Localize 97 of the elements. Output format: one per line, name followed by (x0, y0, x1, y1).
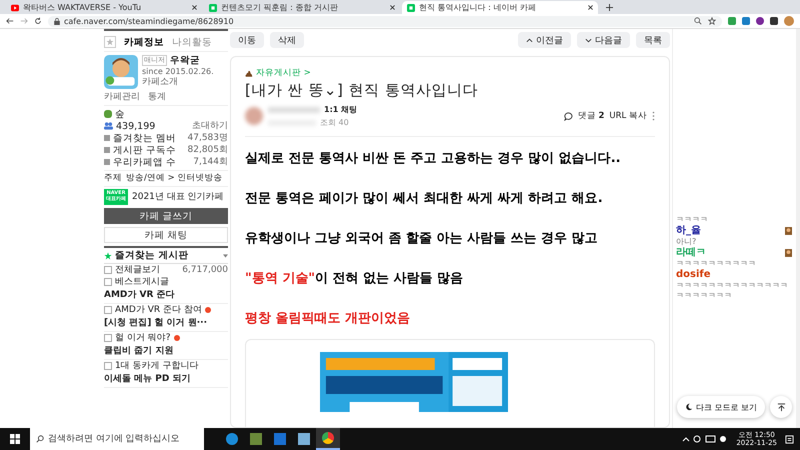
reload-icon[interactable] (34, 17, 42, 25)
write-button[interactable]: 카페 글쓰기 (104, 208, 228, 224)
comments-link[interactable]: 댓글 2 (578, 110, 604, 122)
cafe-intro-link[interactable]: 카페소개 (142, 77, 214, 88)
award-text: 2021년 대표 인기카페 (132, 192, 224, 202)
board-link[interactable]: AMD가 VR 준다 참여 (115, 304, 202, 316)
post-action-button[interactable]: 이동 (230, 32, 264, 48)
post-paragraph: "통역 기술"이 전혀 없는 사람들 많음 (245, 271, 464, 287)
board-link[interactable]: 전체글보기 (115, 264, 160, 276)
browser-tab[interactable]: 왁타버스 WAKTAVERSE - YouTu (6, 1, 202, 14)
post-count: 6,717,000 (182, 264, 228, 276)
chat-message: ㅋㅋㅋㅋ (676, 215, 709, 225)
cafe-icon (407, 4, 415, 12)
caret-icon[interactable] (223, 254, 228, 258)
stat-label: 우리카페앱 수 (113, 156, 176, 168)
post-paragraph: 실제로 전문 통역사 비싼 돈 주고 고용하는 경우 많이 없습니다.. (245, 151, 622, 167)
board-icon (104, 306, 112, 314)
moon-icon (685, 403, 693, 411)
chevron-up-icon (526, 38, 533, 42)
chat-username: 라떼ㅋ (676, 247, 706, 259)
chat-message: ㅋㅋㅋㅋㅋㅋㅋㅋㅋㅋㅋㅋㅋㅋ (676, 281, 789, 291)
close-icon[interactable] (390, 5, 395, 10)
cafe-level: 숲 (115, 108, 125, 120)
copy-url-link[interactable]: URL 복사 (609, 110, 647, 122)
more-icon[interactable] (652, 111, 655, 121)
chat-username: 하_율 (676, 225, 701, 237)
star-icon (104, 252, 112, 260)
favorites-title: 즐겨찾는 게시판 (115, 250, 188, 261)
next-post-button[interactable]: 다음글 (577, 32, 630, 48)
address-bar[interactable]: cafe.naver.com/steamindiegame/8628910 (48, 16, 722, 26)
chevron-down-icon (585, 38, 592, 42)
board-group-title: 클립비 줍기 지원 (104, 344, 228, 360)
play-icon (11, 4, 19, 12)
stat-label: 게시판 구독수 (113, 144, 176, 156)
lock-icon (54, 18, 60, 24)
invite-link[interactable]: 초대하기 (192, 120, 228, 132)
stat-value: 7,144회 (193, 156, 228, 168)
blurred-avatar (245, 107, 263, 125)
member-count: 439,199 (116, 120, 156, 132)
back-icon[interactable] (6, 17, 14, 25)
chat-message: ㅋㅋㅋㅋㅋㅋㅋ (676, 291, 733, 301)
tree-icon (104, 110, 112, 118)
manager-name[interactable]: 우왁굳 (170, 55, 200, 66)
dark-mode-button[interactable]: 다크 모드로 보기 (677, 396, 766, 418)
chat-message: 아니? (676, 237, 698, 247)
board-icon (104, 362, 112, 370)
taskbar-search-box[interactable]: 검색하려면 여기에 입력하십시오 (30, 428, 204, 450)
previous-post-button[interactable]: 이전글 (518, 32, 571, 48)
star-icon[interactable] (708, 17, 716, 25)
post-paragraph: 전문 통역은 페이가 많이 쎄서 최대한 싸게 싸게 하려고 해요. (245, 191, 604, 207)
zoom-icon[interactable] (694, 17, 702, 25)
view-count: 조회 40 (320, 117, 349, 128)
sidebar-link[interactable]: 카페관리 (104, 92, 140, 103)
arrow-up-icon (776, 402, 786, 412)
browser-tab[interactable]: 현직 통역사입니다 : 네이버 카페 (402, 1, 598, 14)
post-paragraph: 평창 올림픽때도 개판이었음 (245, 311, 412, 327)
post-title: [내가 싼 똥⌄] 현직 통역사입니다 (245, 81, 479, 100)
list-button[interactable]: 목록 (636, 32, 670, 48)
board-link[interactable]: 1대 동카게 구합니다 (115, 360, 198, 372)
notification-icon[interactable] (785, 434, 794, 444)
search-icon (36, 435, 44, 443)
board-link[interactable]: 헐 이거 뭐야? (115, 332, 170, 344)
scroll-top-button[interactable] (770, 396, 792, 418)
stat-label: 즐겨찾는 멤버 (113, 132, 176, 144)
sidebar-tab[interactable]: 카페정보 (124, 36, 164, 48)
tray-icons[interactable] (682, 435, 728, 443)
board-link[interactable]: 베스트게시글 (115, 276, 169, 288)
poop-icon (245, 70, 253, 76)
chat-button[interactable]: 카페 채팅 (104, 227, 228, 243)
comment-icon[interactable] (564, 112, 573, 120)
topic-label: 주제 (104, 173, 122, 184)
browser-tab[interactable]: 컨텐츠모기 픽훈림 : 종합 거시판 (204, 1, 400, 14)
blurred-author-name (268, 106, 320, 112)
board-group-title: [시청 편집] 헐 이거 뭔··· (104, 316, 228, 332)
cafe-logo-drawing (104, 55, 138, 89)
sidebar-link[interactable]: 통계 (148, 92, 166, 103)
chat-link[interactable]: 1:1 채팅 (324, 104, 358, 115)
board-icon (104, 334, 112, 342)
topic-link[interactable]: 방송/연예 > 인터넷방송 (126, 173, 222, 184)
stat-value: 82,805회 (188, 144, 228, 156)
stat-value: 47,583명 (188, 132, 228, 144)
post-paragraph: 유학생이나 그냥 외국어 좀 할줄 아는 사람들 쓰는 경우 많고 (245, 231, 599, 247)
since-date: since 2015.02.26. (142, 66, 214, 77)
profile-avatar[interactable] (784, 16, 794, 26)
close-icon[interactable] (588, 5, 593, 10)
close-icon[interactable] (192, 5, 197, 10)
board-group-title: 이세돌 메뉴 PD 되기 (104, 372, 228, 388)
cafe-icon (209, 4, 217, 12)
people-icon (104, 122, 113, 130)
post-action-button[interactable]: 삭제 (270, 32, 304, 48)
chat-username: dosife (676, 269, 711, 281)
new-tab-icon[interactable] (606, 4, 613, 11)
chat-message: ㅋㅋㅋㅋㅋㅋㅋㅋㅋㅋ (676, 259, 757, 269)
chrome-icon[interactable] (316, 428, 340, 450)
windows-icon[interactable] (10, 434, 20, 444)
sidebar-tab[interactable]: 나의활동 (172, 36, 212, 48)
board-group-title: AMD가 VR 준다 (104, 288, 228, 304)
